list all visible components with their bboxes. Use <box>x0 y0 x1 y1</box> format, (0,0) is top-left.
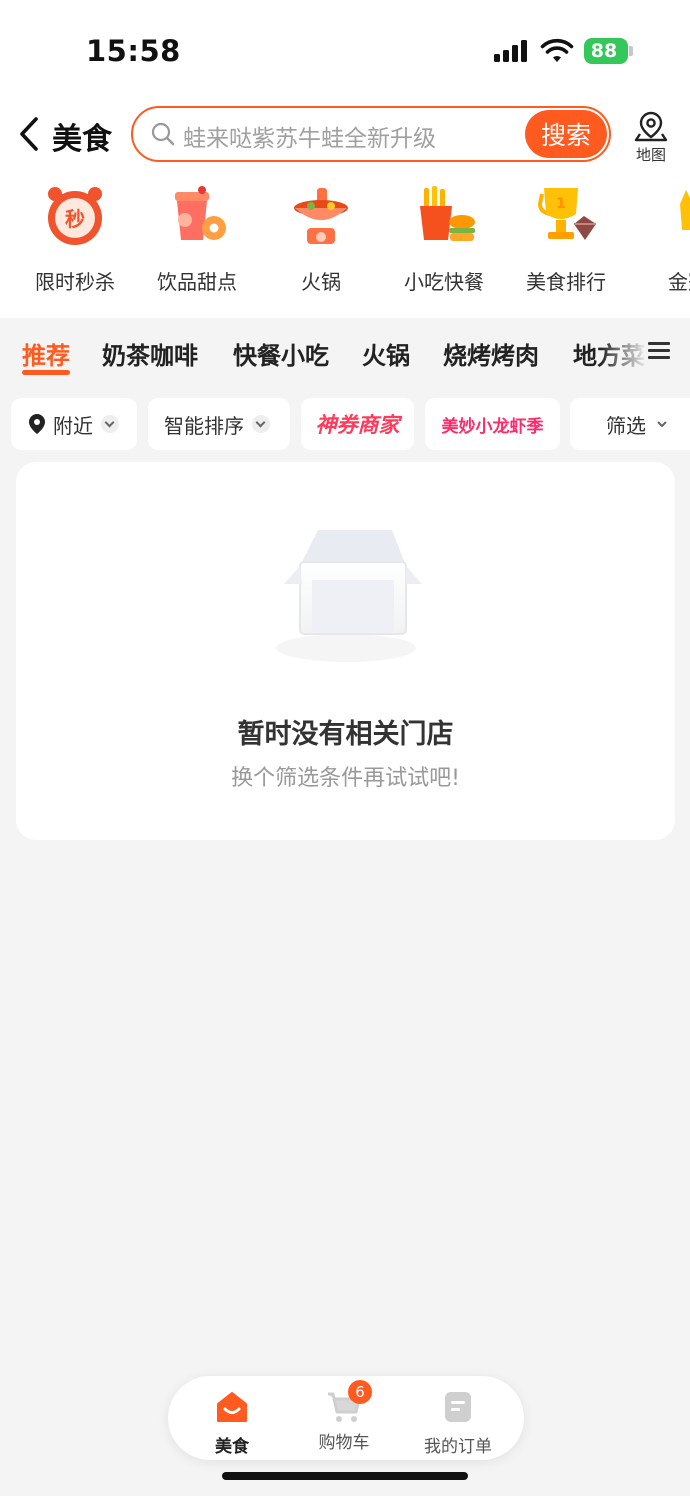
cart-badge: 6 <box>348 1380 372 1404</box>
bottom-nav: 美食 6 购物车 我的订单 <box>168 1376 524 1460</box>
trophy-icon: 1 <box>537 188 596 240</box>
category-row: 秒 限时秒杀 饮品甜点 火锅 小吃快餐 1 美食排行 金 <box>0 184 690 294</box>
search-input[interactable]: 蛙来哒紫苏牛蛙全新升级 搜索 <box>131 106 611 162</box>
category-label: 小吃快餐 <box>404 270 484 294</box>
category-label: 金冠 <box>668 270 690 294</box>
empty-box-icon <box>276 530 422 662</box>
nav-label-cart: 购物车 <box>318 1433 370 1453</box>
filter-sort-label: 智能排序 <box>164 413 244 438</box>
filter-label: 筛选 <box>606 413 646 438</box>
tabs-fade <box>600 332 648 380</box>
battery-icon: 88 <box>584 38 628 64</box>
map-pin-icon <box>634 111 668 142</box>
filter-promo-coupon[interactable]: 神券商家 <box>301 398 414 450</box>
fries-burger-icon <box>420 186 475 241</box>
chevron-down-icon <box>657 421 667 428</box>
empty-state-title: 暂时没有相关门店 <box>237 719 454 750</box>
drinks-dessert-icon <box>175 186 226 240</box>
map-label: 地图 <box>635 146 666 164</box>
cart-icon-wrap: 6 <box>326 1380 372 1424</box>
category-label: 美食排行 <box>526 270 606 294</box>
tab-fast-food[interactable]: 快餐小吃 <box>233 336 329 371</box>
tab-milk-tea-coffee[interactable]: 奶茶咖啡 <box>102 336 198 371</box>
category-drinks[interactable]: 饮品甜点 <box>137 184 257 294</box>
empty-state-card: 暂时没有相关门店 换个筛选条件再试试吧! <box>16 462 675 840</box>
category-ranking[interactable]: 1 美食排行 <box>506 184 626 294</box>
category-gold-crown[interactable]: 金冠 <box>628 184 690 294</box>
flash-sale-clock-icon: 秒 <box>48 187 102 245</box>
home-icon <box>217 1392 247 1422</box>
menu-icon[interactable] <box>648 342 670 364</box>
hotpot-icon <box>294 188 348 244</box>
battery-tip <box>629 46 633 56</box>
signal-icon <box>494 40 530 62</box>
filter-nearby-label: 附近 <box>53 413 93 438</box>
search-icon <box>151 122 175 146</box>
category-snacks[interactable]: 小吃快餐 <box>384 184 504 294</box>
nav-item-orders[interactable]: 我的订单 <box>408 1390 508 1457</box>
battery-level: 88 <box>590 40 618 62</box>
tab-underline <box>22 370 70 375</box>
gold-crown-icon <box>680 190 690 230</box>
nav-label-orders: 我的订单 <box>424 1437 492 1457</box>
category-hotpot[interactable]: 火锅 <box>261 184 381 294</box>
filter-promo-crayfish[interactable]: 美妙小龙虾季 <box>425 398 560 450</box>
category-flash-sale[interactable]: 秒 限时秒杀 <box>15 184 135 294</box>
promo-coupon-label: 神券商家 <box>315 413 400 437</box>
home-indicator <box>222 1472 468 1480</box>
order-icon <box>445 1392 471 1422</box>
category-label: 火锅 <box>301 270 341 294</box>
nav-item-cart[interactable]: 6 购物车 <box>294 1380 394 1453</box>
tab-recommend[interactable]: 推荐 <box>22 336 70 371</box>
status-time: 15:58 <box>86 34 181 68</box>
wifi-icon <box>540 38 574 62</box>
empty-state-subtitle: 换个筛选条件再试试吧! <box>231 766 460 791</box>
svg-text:1: 1 <box>556 196 566 212</box>
nav-label-food: 美食 <box>215 1437 249 1457</box>
svg-text:秒: 秒 <box>65 207 85 231</box>
tab-bbq[interactable]: 烧烤烤肉 <box>443 336 539 371</box>
page-title: 美食 <box>52 122 112 157</box>
search-placeholder: 蛙来哒紫苏牛蛙全新升级 <box>183 126 436 152</box>
filter-button[interactable]: 筛选 <box>570 398 690 450</box>
promo-crayfish-label: 美妙小龙虾季 <box>441 416 544 437</box>
category-label: 限时秒杀 <box>35 270 115 294</box>
tab-hotpot[interactable]: 火锅 <box>362 336 410 371</box>
filter-nearby[interactable]: 附近 <box>11 398 137 450</box>
chevron-down-icon <box>252 415 270 433</box>
search-button[interactable]: 搜索 <box>525 110 607 158</box>
back-icon[interactable] <box>18 116 40 152</box>
map-button[interactable]: 地图 <box>628 110 674 166</box>
category-tabs: 推荐 奶茶咖啡 快餐小吃 火锅 烧烤烤肉 地方菜 <box>0 332 690 380</box>
chevron-down-icon <box>101 415 119 433</box>
filter-sort[interactable]: 智能排序 <box>148 398 290 450</box>
nav-item-food[interactable]: 美食 <box>182 1390 282 1457</box>
location-pin-icon <box>29 414 45 434</box>
category-label: 饮品甜点 <box>157 270 237 294</box>
